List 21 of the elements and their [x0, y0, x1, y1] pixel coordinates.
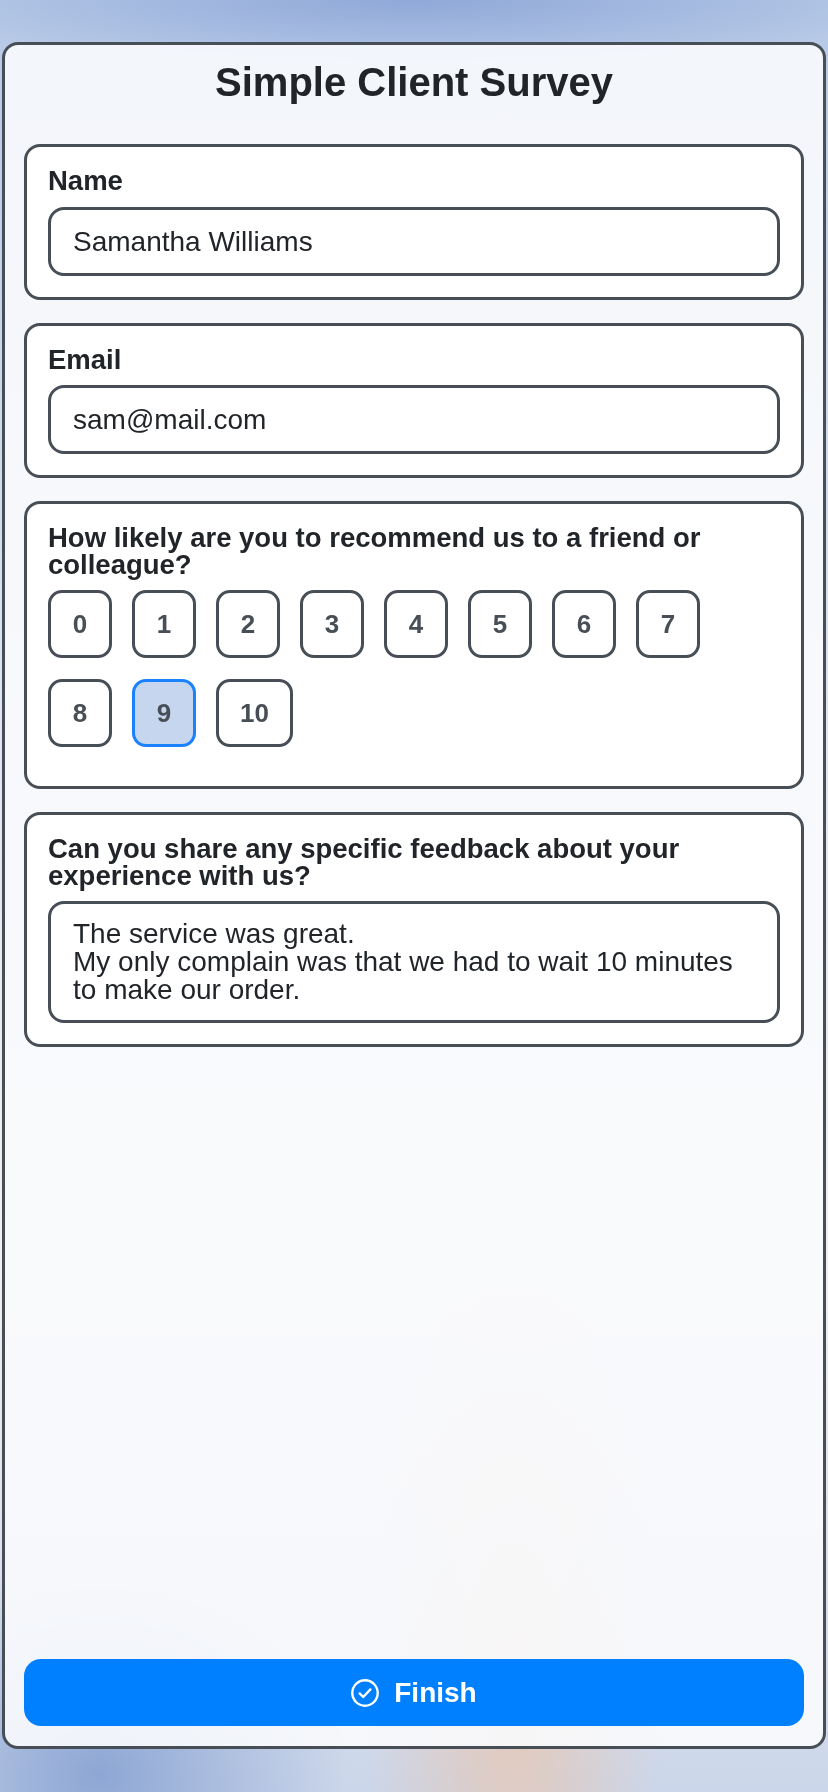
finish-button[interactable]: Finish	[24, 1659, 804, 1726]
text-field[interactable]: Samantha Williams	[48, 206, 780, 276]
survey-title: Simple Client Survey	[214, 59, 614, 105]
rating-option[interactable]: 5	[468, 590, 532, 658]
field-label: Name	[48, 168, 124, 195]
text-field[interactable]: sam@mail.com	[48, 385, 780, 454]
rating-option[interactable]: 6	[552, 590, 616, 658]
rating-option[interactable]: 4	[384, 590, 448, 658]
textarea-field[interactable]: The service was great. My only complain was that we had to wait 10 minutes to make our order.	[48, 901, 780, 1023]
rating-option[interactable]: 7	[636, 590, 700, 658]
rating-option[interactable]: 2	[216, 590, 280, 658]
rating-option[interactable]: 10	[216, 679, 293, 747]
rating-option[interactable]: 3	[300, 590, 364, 658]
rating-option[interactable]: 0	[48, 590, 112, 658]
question-text: How likely are you to recommend us to a friend or colleague?	[48, 525, 702, 578]
rating-option[interactable]: 1	[132, 590, 196, 658]
check-circle-icon	[351, 1678, 380, 1707]
rating-option[interactable]: 9	[132, 679, 196, 747]
rating-option[interactable]: 8	[48, 679, 112, 747]
field-label: Email	[48, 346, 123, 373]
question-text: Can you share any specific feedback about your experience with us?	[48, 836, 681, 889]
